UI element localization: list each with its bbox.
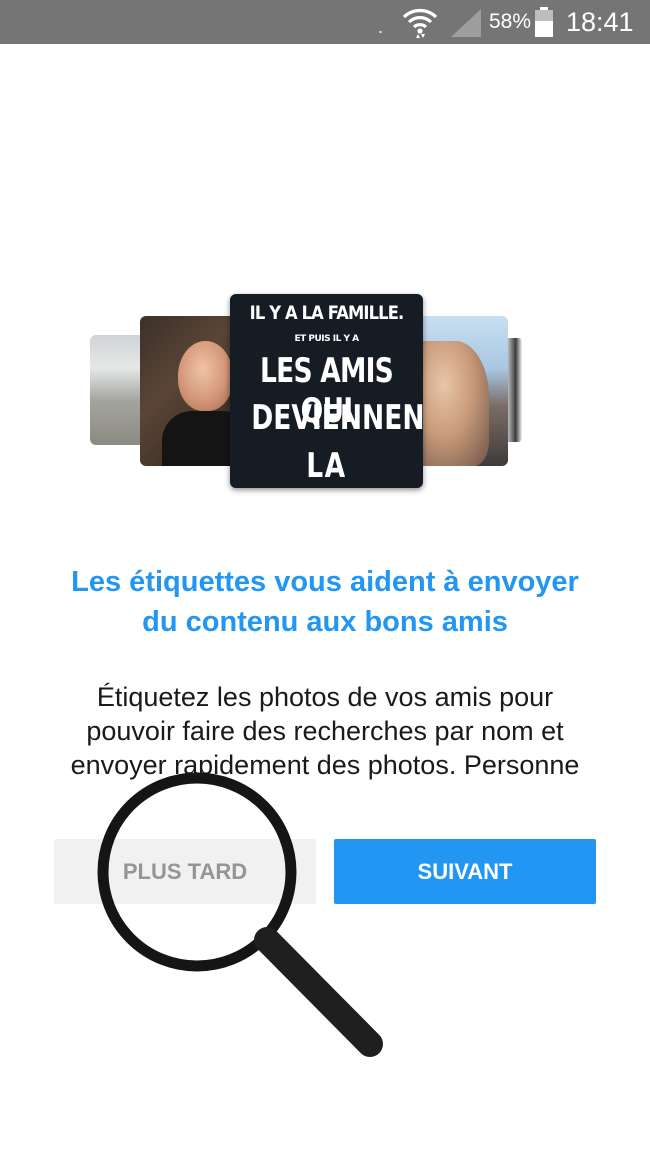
featured-photo-text: LA FAMILLE bbox=[259, 446, 392, 488]
featured-photo-text: DEVIENNENT bbox=[251, 398, 423, 438]
featured-photo-text: ET PUIS IL Y A bbox=[294, 334, 359, 344]
tagged-photos-carousel: IL Y A LA FAMILLE. ET PUIS IL Y A LES AM… bbox=[0, 280, 650, 510]
page-title-line: du contenu aux bons amis bbox=[142, 606, 508, 638]
featured-photo-text: IL Y A LA FAMILLE. bbox=[249, 302, 405, 324]
later-button[interactable]: PLUS TARD bbox=[54, 839, 316, 904]
photo-thumbnail bbox=[140, 316, 240, 466]
page-title-line: Les étiquettes vous aident à envoyer bbox=[71, 566, 579, 598]
photo-thumbnail bbox=[414, 316, 508, 466]
photo-shirt bbox=[162, 411, 240, 466]
photo-person bbox=[414, 341, 489, 466]
description-line: Étiquetez les photos de vos amis pour bbox=[96, 682, 554, 712]
wifi-icon bbox=[402, 9, 438, 38]
notification-dot: . bbox=[378, 17, 384, 37]
photo-face bbox=[178, 341, 233, 411]
page-title: Les étiquettes vous aident à envoyer du … bbox=[20, 562, 630, 642]
battery-icon bbox=[535, 7, 553, 37]
signal-icon bbox=[451, 9, 481, 37]
magnifier-icon bbox=[97, 772, 383, 1057]
status-bar: . 58% 18:41 bbox=[0, 0, 650, 44]
description-text: Étiquetez les photos de vos amis pour po… bbox=[20, 680, 630, 782]
next-button[interactable]: SUIVANT bbox=[334, 839, 596, 904]
photo-thumbnail bbox=[506, 338, 522, 442]
featured-photo: IL Y A LA FAMILLE. ET PUIS IL Y A LES AM… bbox=[230, 294, 423, 488]
description-line: envoyer rapidement des photos. Personne bbox=[70, 750, 580, 780]
battery-percent: 58% bbox=[489, 10, 532, 33]
clock: 18:41 bbox=[566, 7, 634, 37]
description-line: pouvoir faire des recherches par nom et bbox=[86, 716, 564, 746]
